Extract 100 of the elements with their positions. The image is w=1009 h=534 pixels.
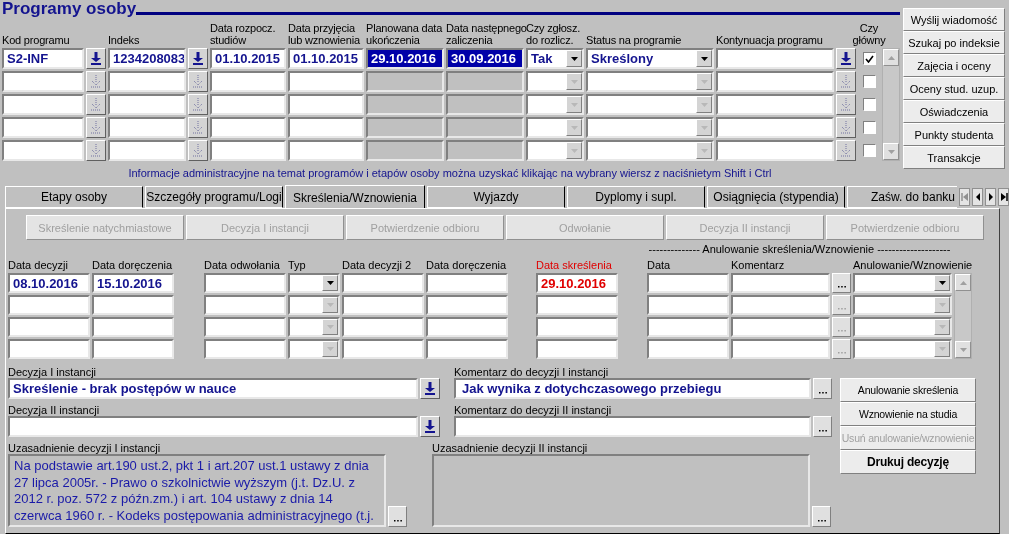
side-button[interactable]: Transakcje xyxy=(903,146,1005,169)
main-checkbox[interactable] xyxy=(862,121,876,134)
date-field[interactable] xyxy=(536,295,618,315)
justification-text-area[interactable] xyxy=(432,454,810,527)
main-checkbox[interactable] xyxy=(862,75,876,88)
date-field[interactable] xyxy=(8,295,90,315)
justification-text-area[interactable]: Na podstawie art.190 ust.2, pkt 1 i art.207 ust.1 ustawy z dnia 27 lipca 2005r. - Prawo o szkolnictwie wyższym (j.t. Dz.U. z 2012 r. poz. 572 z późn.zm.) i art. 104 ustawy z dnia 14 czerwca 1960 r. - Kodeks postępowania administracyjnego (t.j. xyxy=(8,454,386,527)
type-dropdown[interactable] xyxy=(288,295,340,315)
status-dropdown[interactable]: Skreślony xyxy=(586,48,714,69)
decision-field[interactable]: Skreślenie - brak postępów w nauce xyxy=(8,378,418,399)
program-code-field[interactable] xyxy=(2,94,84,115)
date-field[interactable]: 29.10.2016 xyxy=(536,273,618,293)
lookup-button[interactable] xyxy=(836,48,856,69)
date-field[interactable] xyxy=(342,273,424,293)
tab-scroll-button[interactable] xyxy=(998,188,1009,206)
main-checkbox[interactable] xyxy=(862,98,876,111)
lookup-button[interactable] xyxy=(188,71,208,92)
more-button[interactable] xyxy=(388,506,407,527)
date-field[interactable] xyxy=(204,273,286,293)
type-dropdown[interactable] xyxy=(288,273,340,293)
decision-field[interactable] xyxy=(8,416,418,437)
tab[interactable]: Etapy osoby xyxy=(5,186,143,208)
date-field[interactable] xyxy=(731,317,830,337)
start-date-field[interactable] xyxy=(210,140,286,161)
more-button[interactable] xyxy=(832,273,851,293)
date-field[interactable] xyxy=(426,317,508,337)
decision-button[interactable]: Wznowienie na studia xyxy=(840,402,976,426)
date-field[interactable] xyxy=(342,317,424,337)
date-field[interactable] xyxy=(204,317,286,337)
date-field[interactable] xyxy=(8,339,90,359)
comment-field[interactable] xyxy=(454,416,811,437)
admission-date-field[interactable] xyxy=(288,94,364,115)
more-button[interactable] xyxy=(813,378,832,399)
continuation-field[interactable] xyxy=(716,94,834,115)
lookup-button[interactable] xyxy=(86,94,106,115)
date-field[interactable]: 15.10.2016 xyxy=(92,273,174,293)
settlement-dropdown[interactable] xyxy=(526,117,584,138)
decision-button[interactable]: Anulowanie skreślenia xyxy=(840,378,976,402)
program-code-field[interactable]: S2-INF xyxy=(2,48,84,69)
lookup-button[interactable] xyxy=(836,140,856,161)
more-button[interactable] xyxy=(832,295,851,315)
date-field[interactable] xyxy=(92,295,174,315)
more-button[interactable] xyxy=(813,416,832,437)
date-field[interactable] xyxy=(342,295,424,315)
continuation-field[interactable] xyxy=(716,48,834,69)
date-field[interactable] xyxy=(426,295,508,315)
date-field[interactable] xyxy=(92,339,174,359)
lookup-button[interactable] xyxy=(86,71,106,92)
tab-scroll-button[interactable] xyxy=(972,188,983,206)
lookup-button[interactable] xyxy=(188,94,208,115)
type-dropdown[interactable] xyxy=(288,339,340,359)
admission-date-field[interactable] xyxy=(288,71,364,92)
tab[interactable]: Skreślenia/Wznowienia xyxy=(285,185,425,209)
lookup-button[interactable] xyxy=(188,117,208,138)
side-button[interactable]: Punkty studenta xyxy=(903,123,1005,146)
tab-scroll-button[interactable] xyxy=(985,188,996,206)
type-dropdown[interactable] xyxy=(853,295,952,315)
tab[interactable]: Osiągnięcia (stypendia) xyxy=(707,186,845,208)
student-index-field[interactable] xyxy=(108,117,186,138)
student-index-field[interactable]: 1234208083 xyxy=(108,48,186,69)
lookup-button[interactable] xyxy=(86,117,106,138)
admission-date-field[interactable] xyxy=(288,117,364,138)
date-field[interactable] xyxy=(342,339,424,359)
program-code-field[interactable] xyxy=(2,140,84,161)
side-button[interactable]: Zajęcia i oceny xyxy=(903,54,1005,77)
status-dropdown[interactable] xyxy=(586,71,714,92)
date-field[interactable] xyxy=(426,273,508,293)
lookup-button[interactable] xyxy=(420,378,440,399)
side-button[interactable]: Oświadczenia xyxy=(903,100,1005,123)
admission-date-field[interactable] xyxy=(288,140,364,161)
settlement-dropdown[interactable] xyxy=(526,94,584,115)
date-field[interactable] xyxy=(204,339,286,359)
date-field[interactable] xyxy=(536,317,618,337)
date-field[interactable] xyxy=(647,273,729,293)
settlement-dropdown[interactable] xyxy=(526,140,584,161)
date-field[interactable] xyxy=(536,339,618,359)
continuation-field[interactable] xyxy=(716,140,834,161)
student-index-field[interactable] xyxy=(108,94,186,115)
lookup-button[interactable] xyxy=(836,117,856,138)
decision-button[interactable]: Drukuj decyzję xyxy=(840,450,976,474)
lookup-button[interactable] xyxy=(836,71,856,92)
comment-field[interactable]: Jak wynika z dotychczasowego przebiegu xyxy=(454,378,811,399)
date-field[interactable]: 08.10.2016 xyxy=(8,273,90,293)
student-index-field[interactable] xyxy=(108,71,186,92)
lookup-button[interactable] xyxy=(188,140,208,161)
date-field[interactable] xyxy=(204,295,286,315)
tab[interactable]: Zaśw. do banku xyxy=(847,186,957,208)
side-button[interactable]: Wyślij wiadomość xyxy=(903,8,1005,31)
date-field[interactable] xyxy=(92,317,174,337)
start-date-field[interactable] xyxy=(210,94,286,115)
start-date-field[interactable] xyxy=(210,71,286,92)
main-checkbox[interactable] xyxy=(862,52,876,65)
lookup-button[interactable] xyxy=(86,48,106,69)
continuation-field[interactable] xyxy=(716,117,834,138)
settlement-dropdown[interactable]: Tak xyxy=(526,48,584,69)
date-field[interactable] xyxy=(731,273,830,293)
side-button[interactable]: Oceny stud. uzup. xyxy=(903,77,1005,100)
side-button[interactable]: Szukaj po indeksie xyxy=(903,31,1005,54)
program-code-field[interactable] xyxy=(2,71,84,92)
status-dropdown[interactable] xyxy=(586,140,714,161)
